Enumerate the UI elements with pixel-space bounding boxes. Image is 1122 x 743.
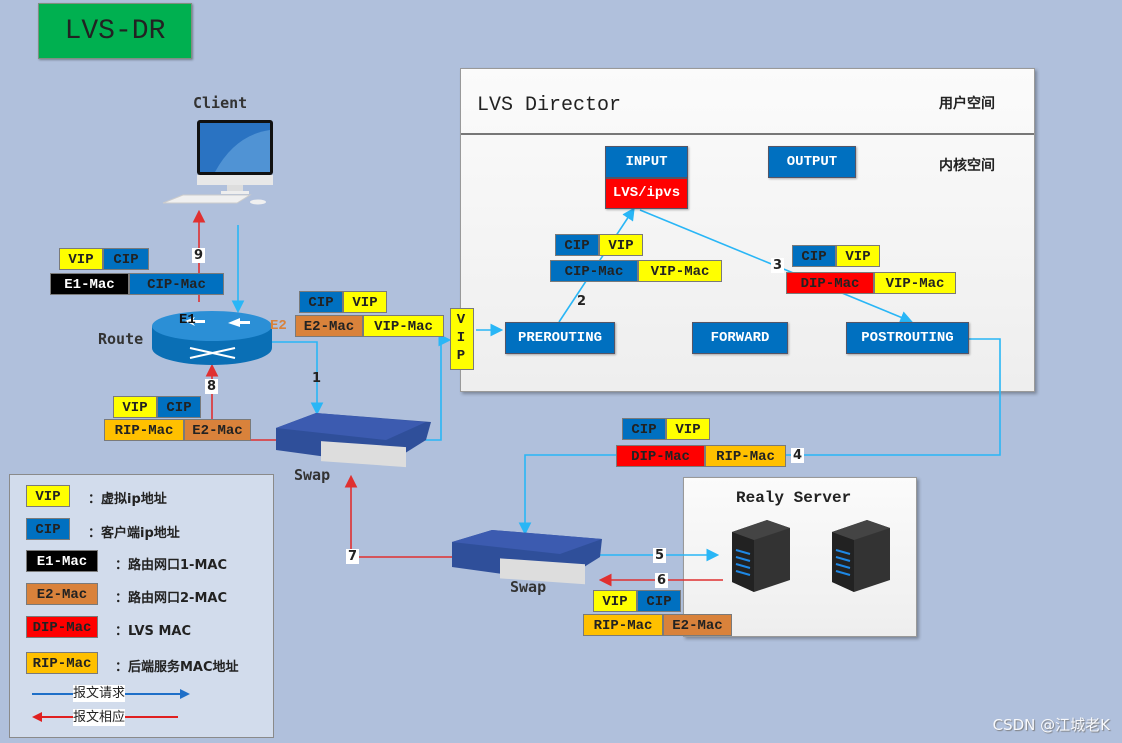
legend-cip-swatch: CIP (26, 518, 70, 540)
legend-rip-swatch: RIP-Mac (26, 652, 98, 674)
client-label: Client (193, 94, 248, 112)
legend-dip-swatch: DIP-Mac (26, 616, 98, 638)
legend-rip-text: ：后端服务MAC地址 (115, 660, 239, 675)
legend-e2-text: ：路由网口2-MAC (115, 591, 227, 606)
e2-label: E2 (270, 318, 287, 334)
hook-input: INPUT (605, 146, 688, 178)
client-computer-icon (162, 120, 273, 205)
legend-e1-swatch: E1-Mac (26, 550, 98, 572)
step-6: 6 (655, 573, 669, 588)
packet-3-mac-dst: VIP-Mac (874, 272, 956, 294)
packet-2-mac-src: CIP-Mac (550, 260, 638, 282)
step-9: 9 (192, 248, 206, 263)
packet-3-mac-src: DIP-Mac (786, 272, 874, 294)
hook-postrouting: POSTROUTING (846, 322, 969, 354)
request-line-postrouting-switch (518, 338, 1001, 536)
packet-3-ip-src: CIP (792, 245, 836, 267)
vip-port: VIP (450, 308, 474, 370)
e1-label: E1 (179, 312, 196, 328)
hook-output: OUTPUT (768, 146, 856, 178)
packet-6-ip-src: VIP (593, 590, 637, 612)
swap-top-label: Swap (294, 466, 331, 484)
real-server-2-icon (832, 520, 890, 592)
packet-1-mac-dst: VIP-Mac (363, 315, 444, 337)
legend: VIP ：虚拟ip地址 CIP ：客户端ip地址 E1-Mac ：路由网口1-M… (9, 474, 274, 738)
step-4: 4 (791, 448, 805, 463)
response-arrow-icon (32, 712, 42, 722)
legend-e1-text: ：路由网口1-MAC (115, 558, 227, 573)
step-2: 2 (577, 294, 587, 309)
packet-8-ip-dst: CIP (157, 396, 201, 418)
legend-response-text: 报文相应 (73, 709, 126, 726)
legend-request-text: 报文请求 (73, 685, 126, 702)
legend-cip-text: ：客户端ip地址 (88, 526, 180, 541)
packet-8-ip-src: VIP (113, 396, 157, 418)
watermark: CSDN @江城老K (992, 716, 1110, 734)
step-3: 3 (771, 258, 785, 273)
packet-1-ip-dst: VIP (343, 291, 387, 313)
route-label: Route (98, 330, 144, 348)
hook-prerouting: PREROUTING (505, 322, 615, 354)
step-5: 5 (653, 548, 667, 563)
packet-8-mac-src: RIP-Mac (104, 419, 184, 441)
hook-forward: FORWARD (692, 322, 788, 354)
hook-lvs-ipvs: LVS/ipvs (605, 178, 688, 209)
legend-vip-text: ：虚拟ip地址 (88, 492, 167, 507)
packet-2-ip-src: CIP (555, 234, 599, 256)
router-icon (152, 311, 272, 365)
packet-6-mac-src: RIP-Mac (583, 614, 663, 636)
real-server-1-icon (732, 520, 790, 592)
swap-bottom-label: Swap (510, 578, 547, 596)
step-1: 1 (312, 371, 322, 386)
response-line-switch-swap (344, 474, 453, 558)
legend-e2-swatch: E2-Mac (26, 583, 98, 605)
packet-4-ip-dst: VIP (666, 418, 710, 440)
request-arrow-icon (180, 689, 190, 699)
packet-6-mac-dst: E2-Mac (663, 614, 732, 636)
packet-2-mac-dst: VIP-Mac (638, 260, 722, 282)
switch-top-icon (276, 413, 431, 468)
packet-3-ip-dst: VIP (836, 245, 880, 267)
packet-1-ip-src: CIP (299, 291, 343, 313)
legend-dip-text: ：LVS MAC (115, 624, 191, 639)
packet-8-mac-dst: E2-Mac (184, 419, 251, 441)
packet-6-ip-dst: CIP (637, 590, 681, 612)
packet-9-mac-dst: CIP-Mac (129, 273, 224, 295)
packet-2-ip-dst: VIP (599, 234, 643, 256)
packet-4-mac-dst: RIP-Mac (705, 445, 786, 467)
legend-vip-swatch: VIP (26, 485, 70, 507)
packet-4-mac-src: DIP-Mac (616, 445, 705, 467)
packet-4-ip-src: CIP (622, 418, 666, 440)
packet-9-mac-src: E1-Mac (50, 273, 129, 295)
packet-9-ip-src: VIP (59, 248, 103, 270)
packet-9-ip-dst: CIP (103, 248, 149, 270)
packet-1-mac-src: E2-Mac (295, 315, 363, 337)
step-7: 7 (346, 549, 360, 564)
step-8: 8 (205, 379, 219, 394)
